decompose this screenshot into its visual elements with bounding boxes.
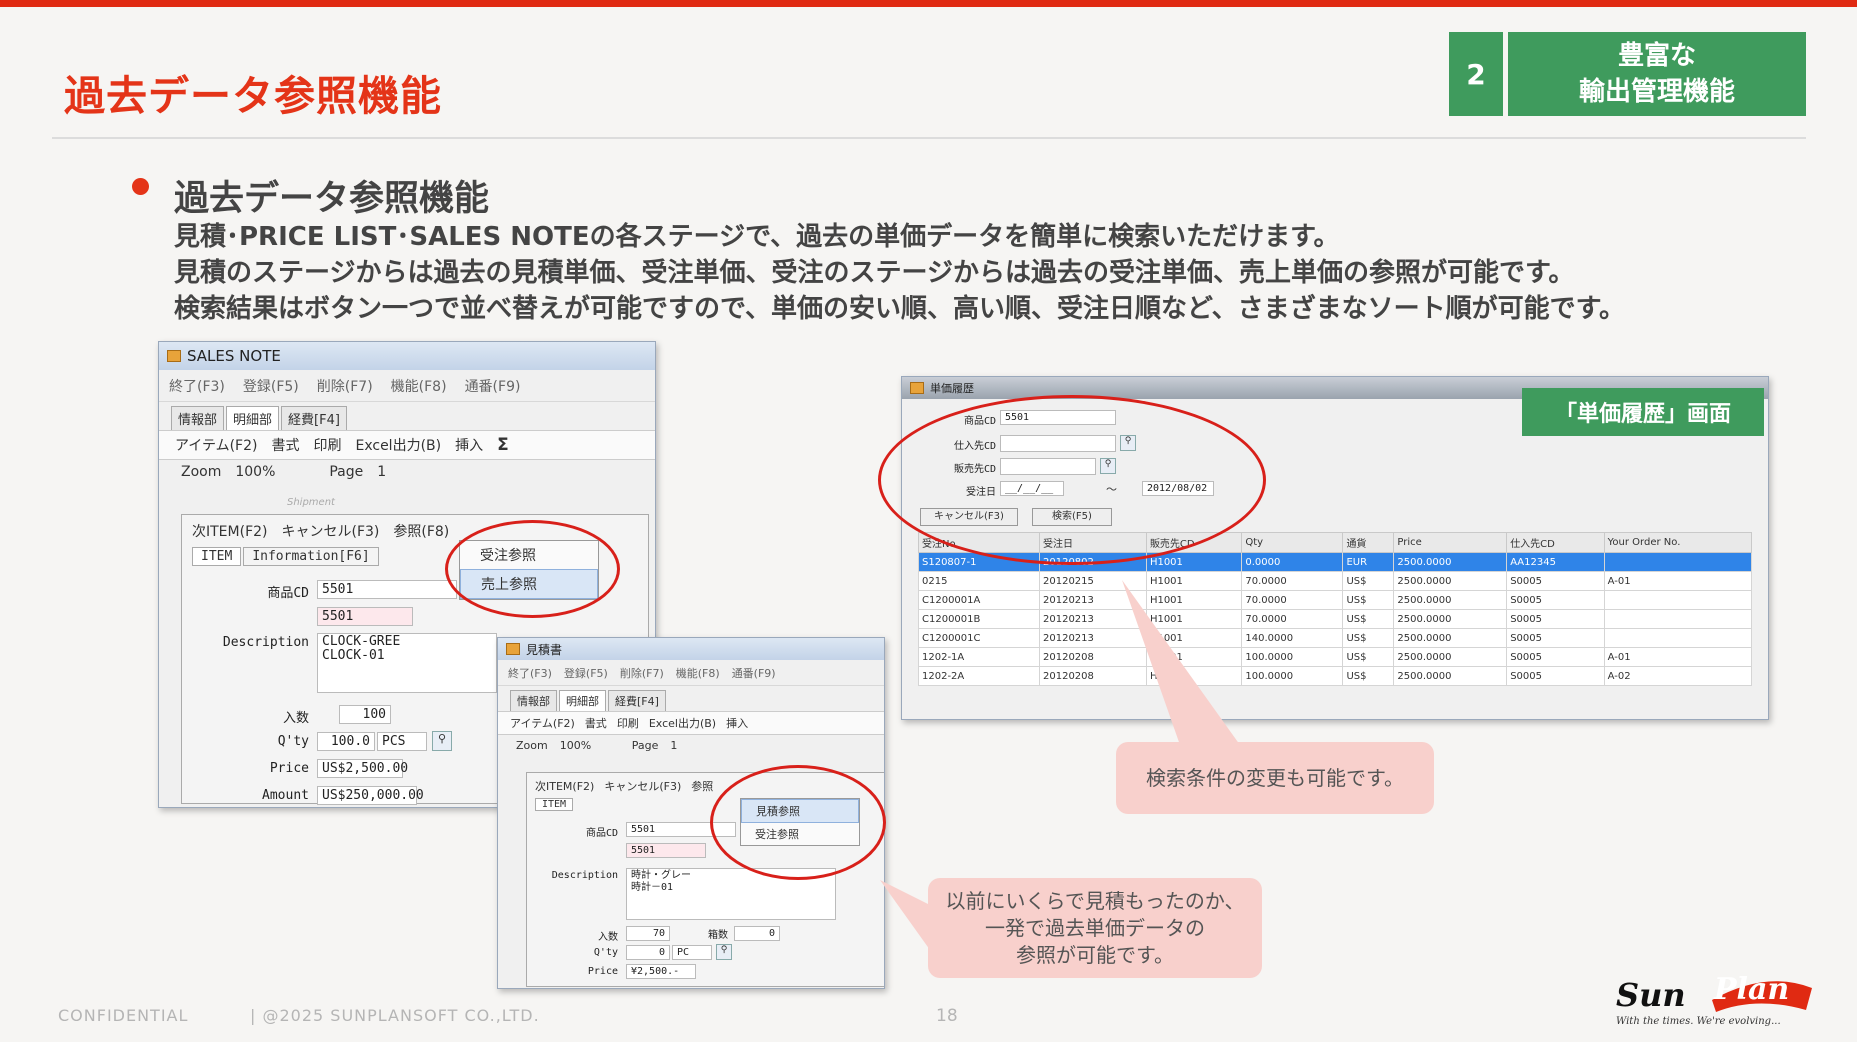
logo-sun: Sun [1616, 976, 1686, 1014]
logo-tagline: With the times. We're evolving... [1616, 1016, 1781, 1027]
callout-past-price: 以前にいくらで見積もったのか、 一発で過去単価データの 参照が可能です。 [928, 878, 1262, 978]
callout-pointer-search [1122, 580, 1240, 745]
callout-past-line-1: 以前にいくらで見積もったのか、 [945, 888, 1245, 913]
callout-past-line-2: 一発で過去単価データの [985, 915, 1205, 940]
callout-past-line-3: 参照が可能です。 [1016, 942, 1174, 967]
footer-copyright: | @2025 SUNPLANSOFT CO.,LTD. [250, 1006, 540, 1025]
logo-plan: Plan [1714, 972, 1790, 1007]
page-number: 18 [936, 1006, 958, 1026]
footer-confidential: CONFIDENTIAL [58, 1006, 189, 1025]
callout-search: 検索条件の変更も可能です。 [1116, 742, 1434, 814]
callout-pointer-past [880, 880, 930, 950]
sunplan-logo: Sun Plan With the times. We're evolving.… [1616, 970, 1816, 1030]
